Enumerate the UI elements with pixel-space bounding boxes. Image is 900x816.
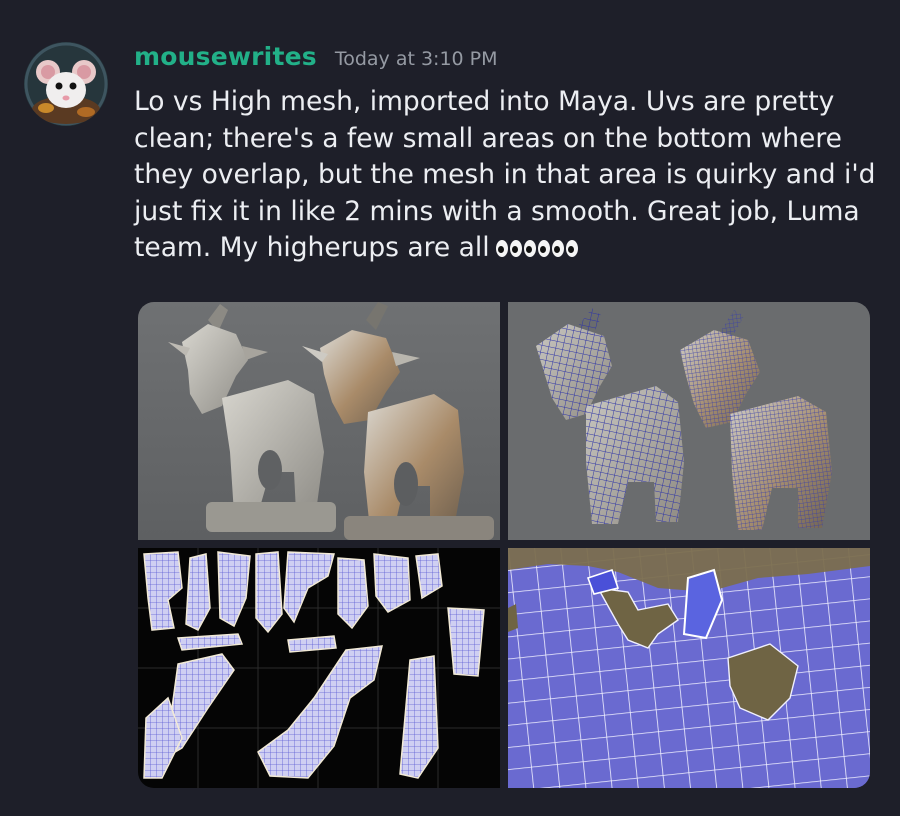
eyes-icon xyxy=(565,240,578,257)
message-timestamp[interactable]: Today at 3:10 PM xyxy=(335,48,498,70)
message-content: Lo vs High mesh, imported into Maya. Uvs… xyxy=(134,84,879,267)
eyes-icon xyxy=(537,240,550,257)
eyes-icon xyxy=(523,240,536,257)
message-body-text: Lo vs High mesh, imported into Maya. Uvs… xyxy=(134,86,884,263)
chat-message: mousewrites Today at 3:10 PM Lo vs High … xyxy=(0,0,900,816)
image-attachment-grid xyxy=(138,302,870,788)
uv-layout-image[interactable] xyxy=(138,548,500,788)
username[interactable]: mousewrites xyxy=(134,42,317,71)
user-avatar[interactable] xyxy=(24,42,108,126)
mouse-avatar-icon xyxy=(24,42,108,126)
eyes-icon xyxy=(495,240,508,257)
uv-overlap-closeup-image[interactable] xyxy=(508,548,870,788)
message-header: mousewrites Today at 3:10 PM xyxy=(134,42,498,78)
eyes-icon xyxy=(551,240,564,257)
eyes-icon xyxy=(509,240,522,257)
goat-render-comparison-image[interactable] xyxy=(138,302,500,540)
goat-wireframe-comparison-image[interactable] xyxy=(508,302,870,540)
eyes-emoji-group xyxy=(495,240,580,257)
